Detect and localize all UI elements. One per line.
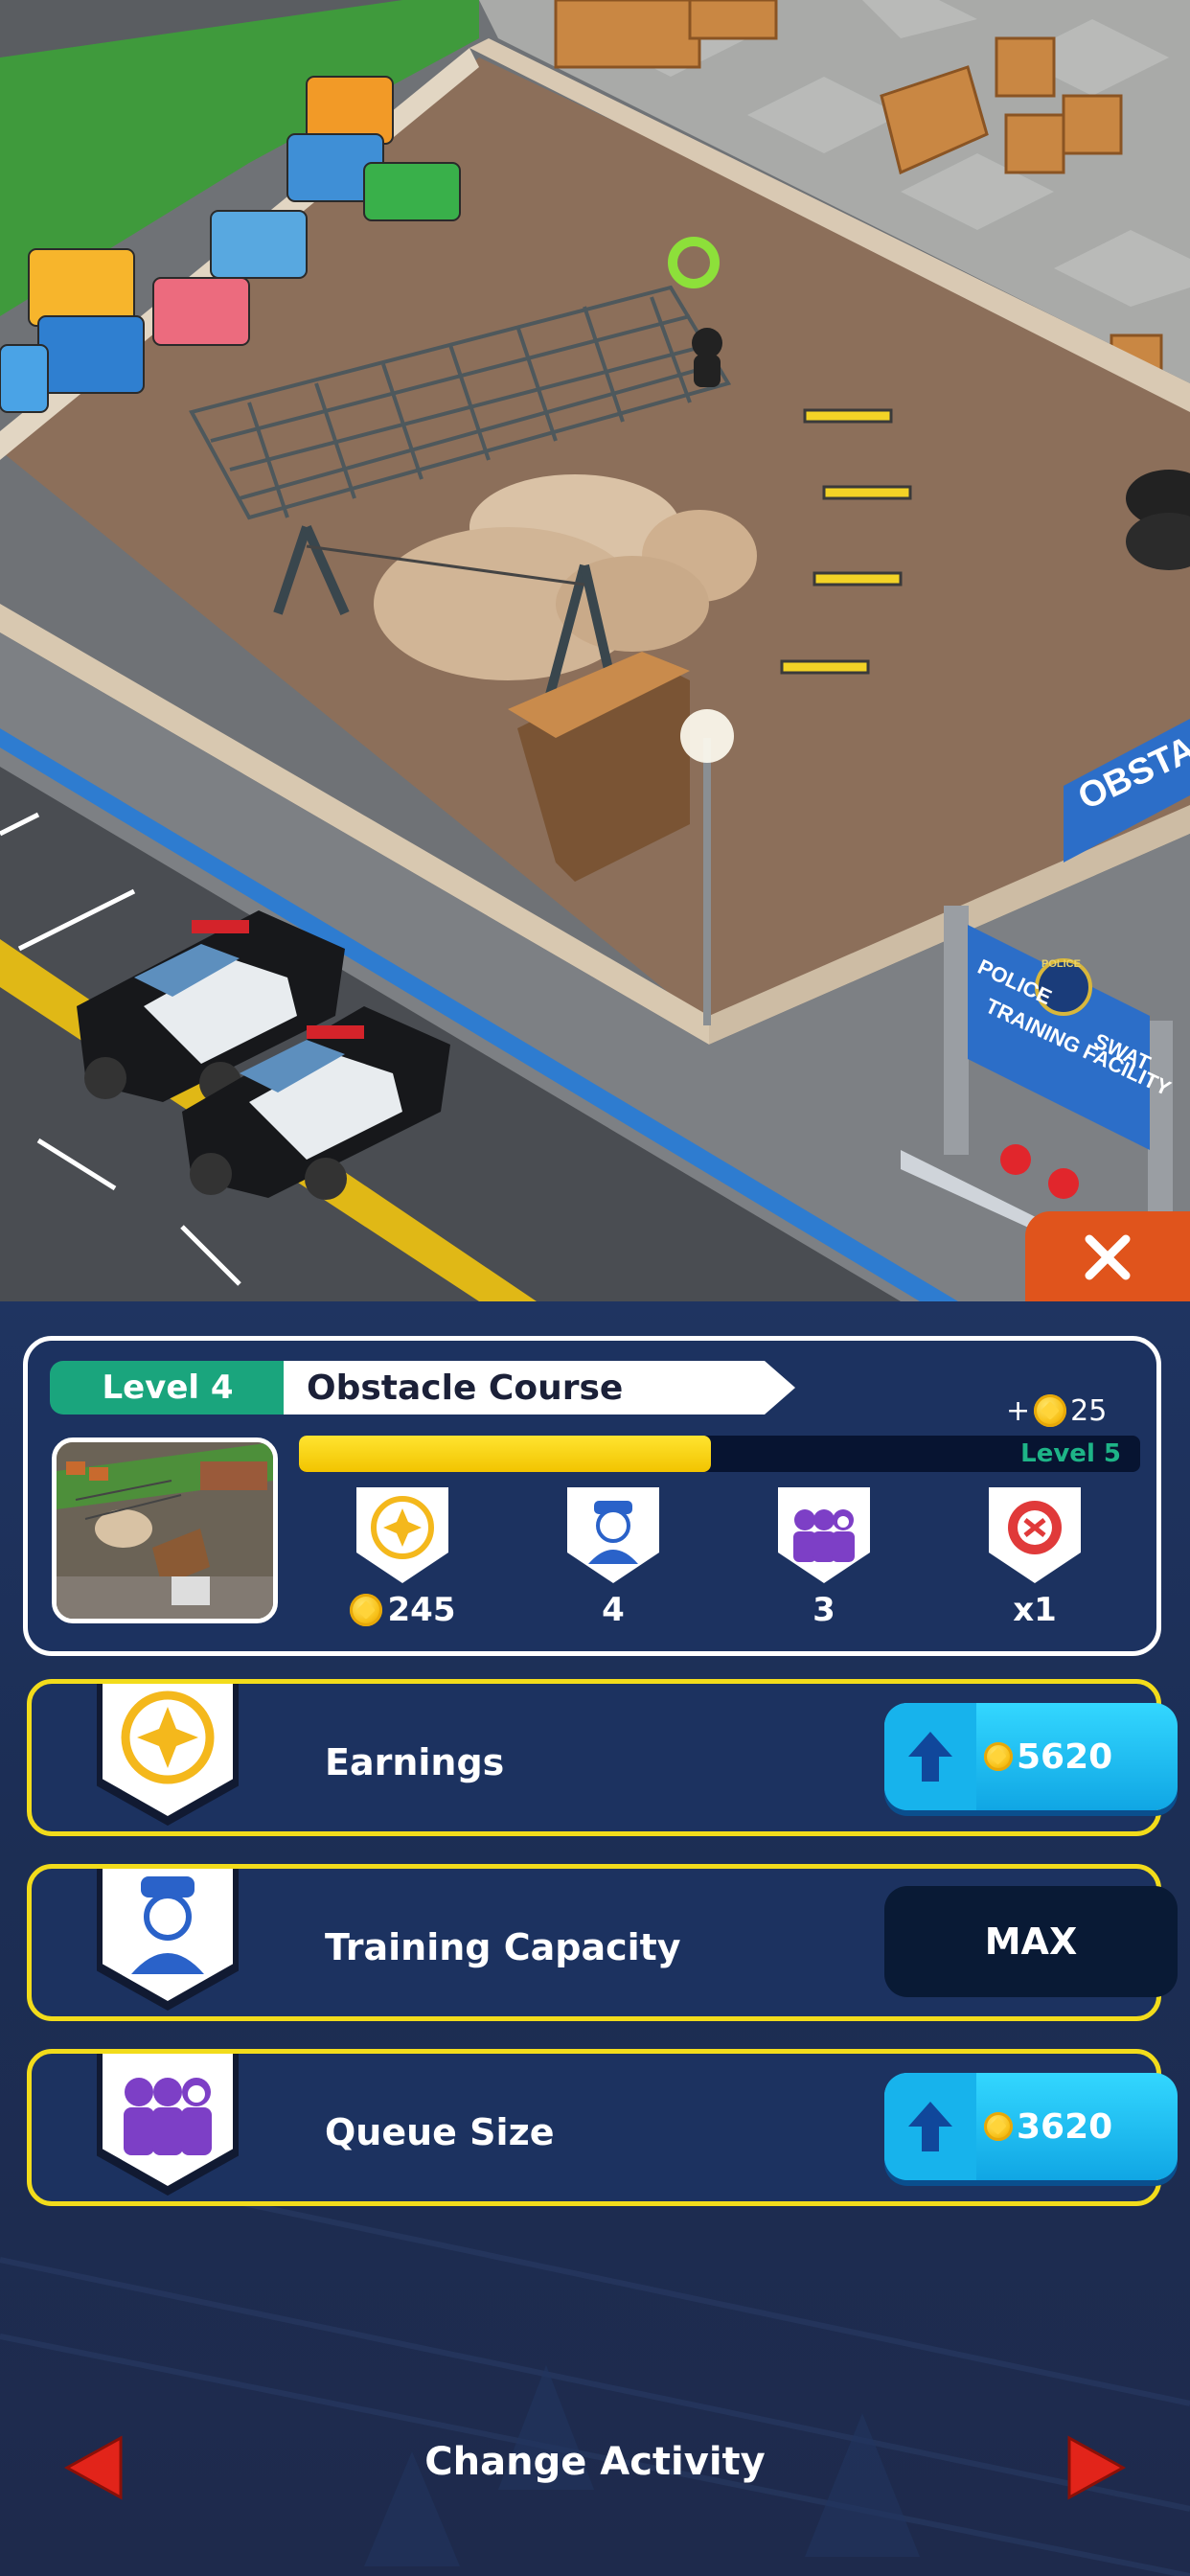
activity-thumbnail xyxy=(52,1438,278,1623)
close-button[interactable] xyxy=(1025,1211,1190,1303)
change-activity-label: Change Activity xyxy=(424,2440,766,2484)
upgrade-earnings-buy-button[interactable]: 5620 xyxy=(884,1703,1178,1810)
upgrade-earnings-label: Earnings xyxy=(325,1741,505,1783)
stat-queue: 3 xyxy=(757,1487,891,1629)
upgrade-shield xyxy=(97,1869,239,2011)
next-level-label: Level 5 xyxy=(1020,1439,1121,1468)
stat-earnings: 245 xyxy=(335,1487,469,1629)
coin-icon xyxy=(984,1742,1013,1771)
next-activity-button[interactable] xyxy=(1062,2434,1129,2501)
game-scene[interactable]: OBSTA POLICE POLICE SWAT TRAINING FACILI… xyxy=(0,0,1190,1301)
stat-capacity-value: 4 xyxy=(602,1591,625,1629)
level-badge: Level 4 xyxy=(50,1361,286,1414)
upgrade-capacity-max-status: MAX xyxy=(884,1886,1178,1997)
level-progress-bar: Level 5 xyxy=(299,1436,1140,1472)
stat-earnings-value: 245 xyxy=(387,1591,456,1629)
upgrade-row-training-capacity: Training Capacity MAX xyxy=(27,1864,1178,2021)
coin-icon xyxy=(349,1594,382,1626)
upgrade-earnings-price: 5620 xyxy=(1017,1736,1113,1777)
facility-sign-police-badge: POLICE xyxy=(1041,958,1081,970)
coin-badge-icon xyxy=(103,1684,233,1816)
upgrade-capacity-label: Training Capacity xyxy=(325,1926,681,1968)
coin-badge-icon xyxy=(356,1487,448,1583)
upgrade-row-earnings: Earnings 5620 xyxy=(27,1679,1178,1836)
trainee-icon xyxy=(103,1869,233,2001)
stat-capacity: 4 xyxy=(546,1487,680,1629)
stat-multiplier-value: x1 xyxy=(1013,1591,1057,1629)
coin-icon xyxy=(984,2112,1013,2141)
speed-multiplier-icon xyxy=(989,1487,1081,1583)
facility-map xyxy=(0,0,1190,1301)
upgrade-queue-price: 3620 xyxy=(1017,2106,1113,2147)
upgrade-queue-buy-button[interactable]: 3620 xyxy=(884,2073,1178,2180)
trainee-group-icon xyxy=(103,2054,233,2186)
reward-prefix: + xyxy=(1006,1393,1031,1428)
trainee-group-icon xyxy=(778,1487,870,1583)
activity-title: Obstacle Course xyxy=(284,1361,795,1414)
reward-amount: 25 xyxy=(1070,1393,1108,1428)
upgrade-queue-label: Queue Size xyxy=(325,2111,555,2153)
level-progress-fill xyxy=(299,1436,712,1472)
upgrade-shield xyxy=(97,2054,239,2196)
upgrade-shield xyxy=(97,1684,239,1826)
level-reward: + 25 xyxy=(1006,1392,1107,1430)
trainee-icon xyxy=(567,1487,659,1583)
upgrade-row-queue-size: Queue Size 3620 xyxy=(27,2049,1178,2206)
close-icon xyxy=(1085,1234,1131,1280)
arrow-up-icon xyxy=(908,2102,952,2151)
stat-multiplier: x1 xyxy=(968,1487,1102,1629)
coin-icon xyxy=(1034,1394,1067,1427)
arrow-up-icon xyxy=(908,1732,952,1782)
triangle-right-icon xyxy=(1067,2435,1127,2500)
stat-queue-value: 3 xyxy=(812,1591,835,1629)
